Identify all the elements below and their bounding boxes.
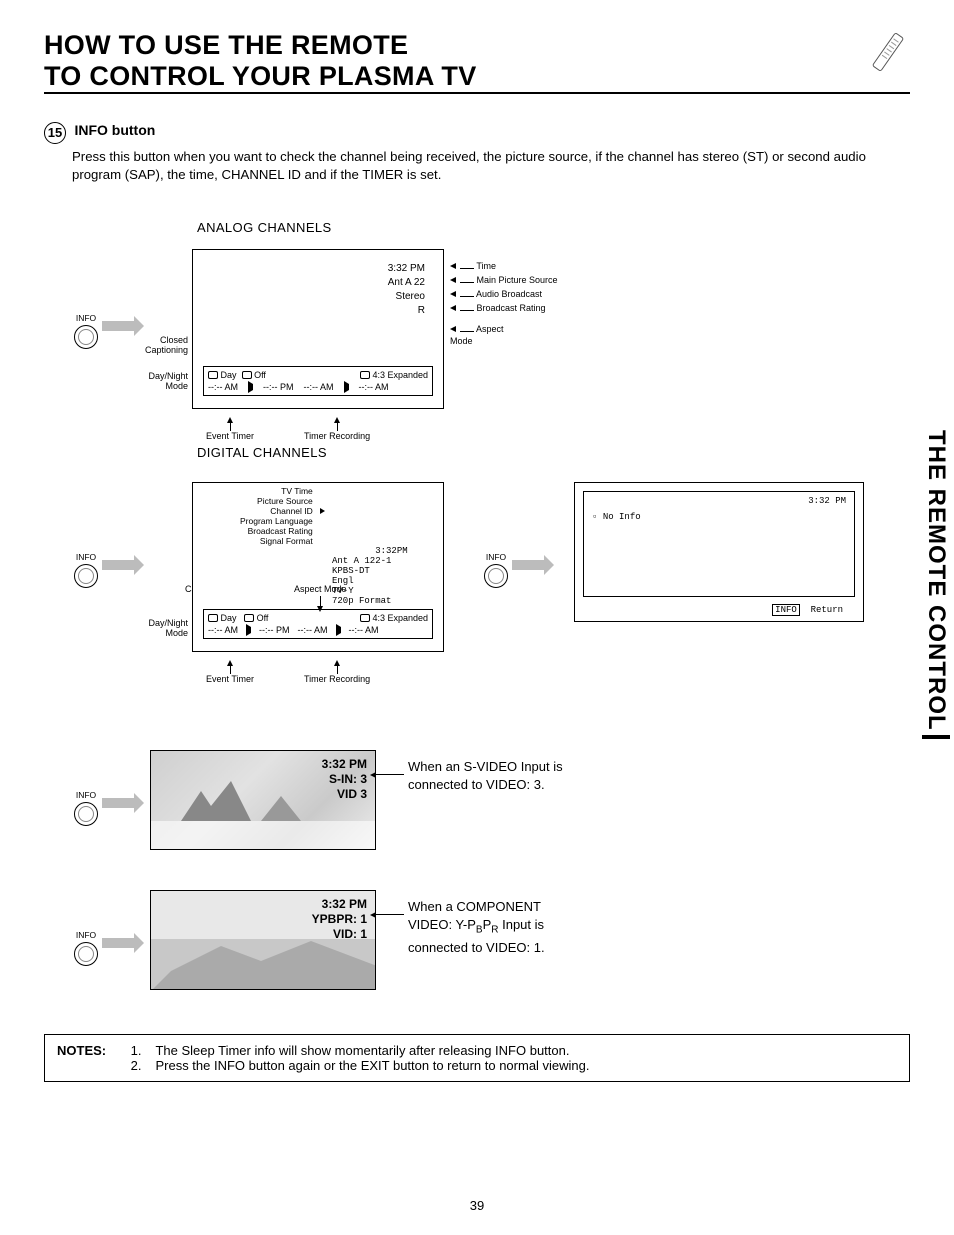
noinfo-text: ▫ No Info [592,512,641,522]
v2-vid: VID: 1 [312,927,367,942]
strip-t3: --:-- AM [304,381,334,393]
section-heading: INFO button [74,122,155,138]
info-button[interactable]: INFO [74,552,98,588]
d-t2: --:-- PM [259,624,290,636]
analog-audio: Stereo [388,290,425,304]
info-label: INFO [76,790,96,800]
digital-title: DIGITAL CHANNELS [197,445,910,460]
d-t1: --:-- AM [208,624,238,636]
info-label: INFO [76,552,96,562]
v2-ypbpr: YPBPR: 1 [312,912,367,927]
note-num: 2. [131,1058,142,1073]
v1-sin: S-IN: 3 [322,772,367,787]
analog-strip: Day Off 4:3 Expanded --:-- AM --:-- PM -… [203,366,433,396]
lbl-time: Time [476,261,496,271]
sidebar-title: THE REMOTE CONTROL [922,430,950,739]
dn-label: Day/Night Mode [134,618,188,638]
arrow-icon [102,560,134,570]
info-button[interactable]: INFO [74,313,98,349]
note-num: 1. [131,1043,142,1058]
note-2: Press the INFO button again or the EXIT … [155,1058,589,1073]
analog-title: ANALOG CHANNELS [197,220,910,235]
page-number: 39 [0,1198,954,1213]
arrow-line [376,774,404,775]
info-button[interactable]: INFO [484,552,508,588]
analog-time: 3:32 PM [388,262,425,276]
cc-label: Closed Captioning [140,335,188,355]
strip-t4: --:-- AM [359,381,389,393]
v1-vid: VID 3 [322,787,367,802]
notes-box: NOTES: 1. The Sleep Timer info will show … [44,1034,910,1082]
analog-osd: 3:32 PM Ant A 22 Stereo R Day Off 4:3 Ex… [192,249,444,409]
lbl-timer-rec: Timer Recording [304,660,370,684]
v1-time: 3:32 PM [322,757,367,772]
video1-desc: When an S-VIDEO Input is connected to VI… [408,758,588,794]
d-t4: --:-- AM [349,624,379,636]
lbl-event-timer: Event Timer [206,417,254,441]
notes-label: NOTES: [57,1043,127,1058]
lbl-timer-rec: Timer Recording [304,417,370,441]
video2-preview: 3:32 PM YPBPR: 1 VID: 1 [150,890,376,990]
info-label: INFO [486,552,506,562]
noinfo-time: 3:32 PM [808,496,846,506]
arrow-icon [102,321,134,331]
video2-desc: When a COMPONENT VIDEO: Y-PBPR Input is … [408,898,588,958]
video1-preview: 3:32 PM S-IN: 3 VID 3 [150,750,376,850]
dn-label: Day/Night Mode [134,371,188,391]
lbl-event-timer: Event Timer [206,660,254,684]
lbl-source: Main Picture Source [477,275,558,285]
note-1: The Sleep Timer info will show momentari… [155,1043,569,1058]
arrow-icon [102,938,134,948]
section-number: 15 [44,122,66,144]
return-label: INFO Return [772,605,843,615]
strip-cc: Off [254,370,266,380]
page-title-line2: TO CONTROL YOUR PLASMA TV [44,61,910,92]
arrow-line [376,914,404,915]
d-strip-cc: Off [257,613,269,623]
d-strip-day: Day [221,613,237,623]
noinfo-osd: 3:32 PM ▫ No Info INFO Return [574,482,864,622]
info-button[interactable]: INFO [74,930,98,966]
analog-source: Ant A 22 [388,276,425,290]
info-label: INFO [76,930,96,940]
strip-day: Day [221,370,237,380]
digital-field-labels: TV Time Picture Source Channel ID Progra… [240,486,313,546]
analog-rating: R [388,304,425,318]
info-label: INFO [76,313,96,323]
d-t3: --:-- AM [298,624,328,636]
lbl-aspect: Aspect Mode [450,324,504,346]
lbl-aspect-mode: Aspect Mode [294,584,347,614]
strip-aspect: 4:3 Expanded [372,370,428,380]
v2-time: 3:32 PM [312,897,367,912]
section-body: Press this button when you want to check… [72,148,910,184]
page-title-line1: HOW TO USE THE REMOTE [44,30,910,61]
strip-t2: --:-- PM [263,381,294,393]
info-button[interactable]: INFO [74,790,98,826]
strip-t1: --:-- AM [208,381,238,393]
lbl-rating: Broadcast Rating [477,303,546,313]
remote-icon [868,30,908,74]
arrow-icon [512,560,544,570]
lbl-audio: Audio Broadcast [476,289,542,299]
arrow-icon [102,798,134,808]
